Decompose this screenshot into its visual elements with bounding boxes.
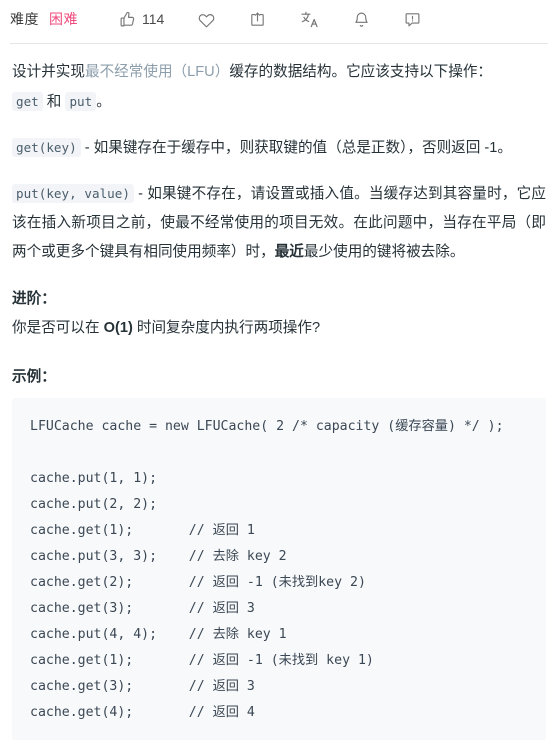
intro-end-text: 。 bbox=[96, 94, 111, 110]
feedback-button[interactable] bbox=[387, 5, 438, 33]
toolbar-actions: 114 bbox=[102, 5, 438, 33]
like-count: 114 bbox=[142, 11, 165, 27]
followup-complexity: O(1) bbox=[103, 320, 133, 336]
inline-code-get-key: get(key) bbox=[12, 138, 81, 157]
put-description-part2: 最少使用的键将被去除。 bbox=[303, 244, 465, 260]
comment-alert-icon bbox=[404, 11, 421, 28]
intro-text-before: 设计并实现 bbox=[12, 64, 85, 80]
followup-text-after: 时间复杂度内执行两项操作? bbox=[132, 320, 321, 336]
followup-heading: 进阶： bbox=[12, 291, 56, 307]
put-emphasis: 最近 bbox=[274, 244, 304, 260]
example-code-block: LFUCache cache = new LFUCache( 2 /* capa… bbox=[12, 398, 546, 740]
translate-icon bbox=[300, 10, 319, 29]
like-button[interactable]: 114 bbox=[102, 5, 181, 33]
lfu-link[interactable]: 最不经常使用（LFU） bbox=[85, 64, 229, 80]
problem-toolbar: 难度 困难 114 bbox=[0, 0, 558, 38]
translate-button[interactable] bbox=[283, 5, 336, 33]
intro-text-after: 缓存的数据结构。它应该支持以下操作： bbox=[229, 64, 493, 80]
put-paragraph: put(key, value) - 如果键不存在，请设置或插入值。当缓存达到其容… bbox=[12, 179, 546, 267]
problem-description: 设计并实现最不经常使用（LFU）缓存的数据结构。它应该支持以下操作： get 和 … bbox=[0, 44, 558, 740]
intro-paragraph: 设计并实现最不经常使用（LFU）缓存的数据结构。它应该支持以下操作： get 和 … bbox=[12, 58, 546, 117]
share-icon bbox=[249, 11, 266, 28]
favorite-button[interactable] bbox=[181, 5, 232, 33]
difficulty-group: 难度 困难 bbox=[10, 9, 78, 29]
difficulty-badge: 困难 bbox=[49, 11, 78, 27]
followup-text-before: 你是否可以在 bbox=[12, 320, 104, 336]
bell-icon bbox=[353, 11, 370, 28]
inline-code-put: put bbox=[65, 92, 97, 111]
notification-button[interactable] bbox=[336, 5, 387, 33]
example-heading: 示例： bbox=[12, 369, 56, 385]
share-button[interactable] bbox=[232, 5, 283, 33]
difficulty-label: 难度 bbox=[10, 11, 39, 27]
get-paragraph: get(key) - 如果键存在于缓存中，则获取键的值（总是正数），否则返回 -… bbox=[12, 133, 546, 163]
example-code: LFUCache cache = new LFUCache( 2 /* capa… bbox=[30, 419, 504, 720]
heart-icon bbox=[198, 11, 215, 28]
inline-code-get: get bbox=[12, 92, 43, 111]
intro-mid-text: 和 bbox=[42, 94, 66, 110]
inline-code-put-key-value: put(key, value) bbox=[12, 184, 134, 203]
thumbs-up-icon bbox=[119, 11, 136, 28]
get-description: - 如果键存在于缓存中，则获取键的值（总是正数），否则返回 -1。 bbox=[80, 140, 512, 156]
followup-paragraph: 你是否可以在 O(1) 时间复杂度内执行两项操作? bbox=[12, 314, 546, 343]
